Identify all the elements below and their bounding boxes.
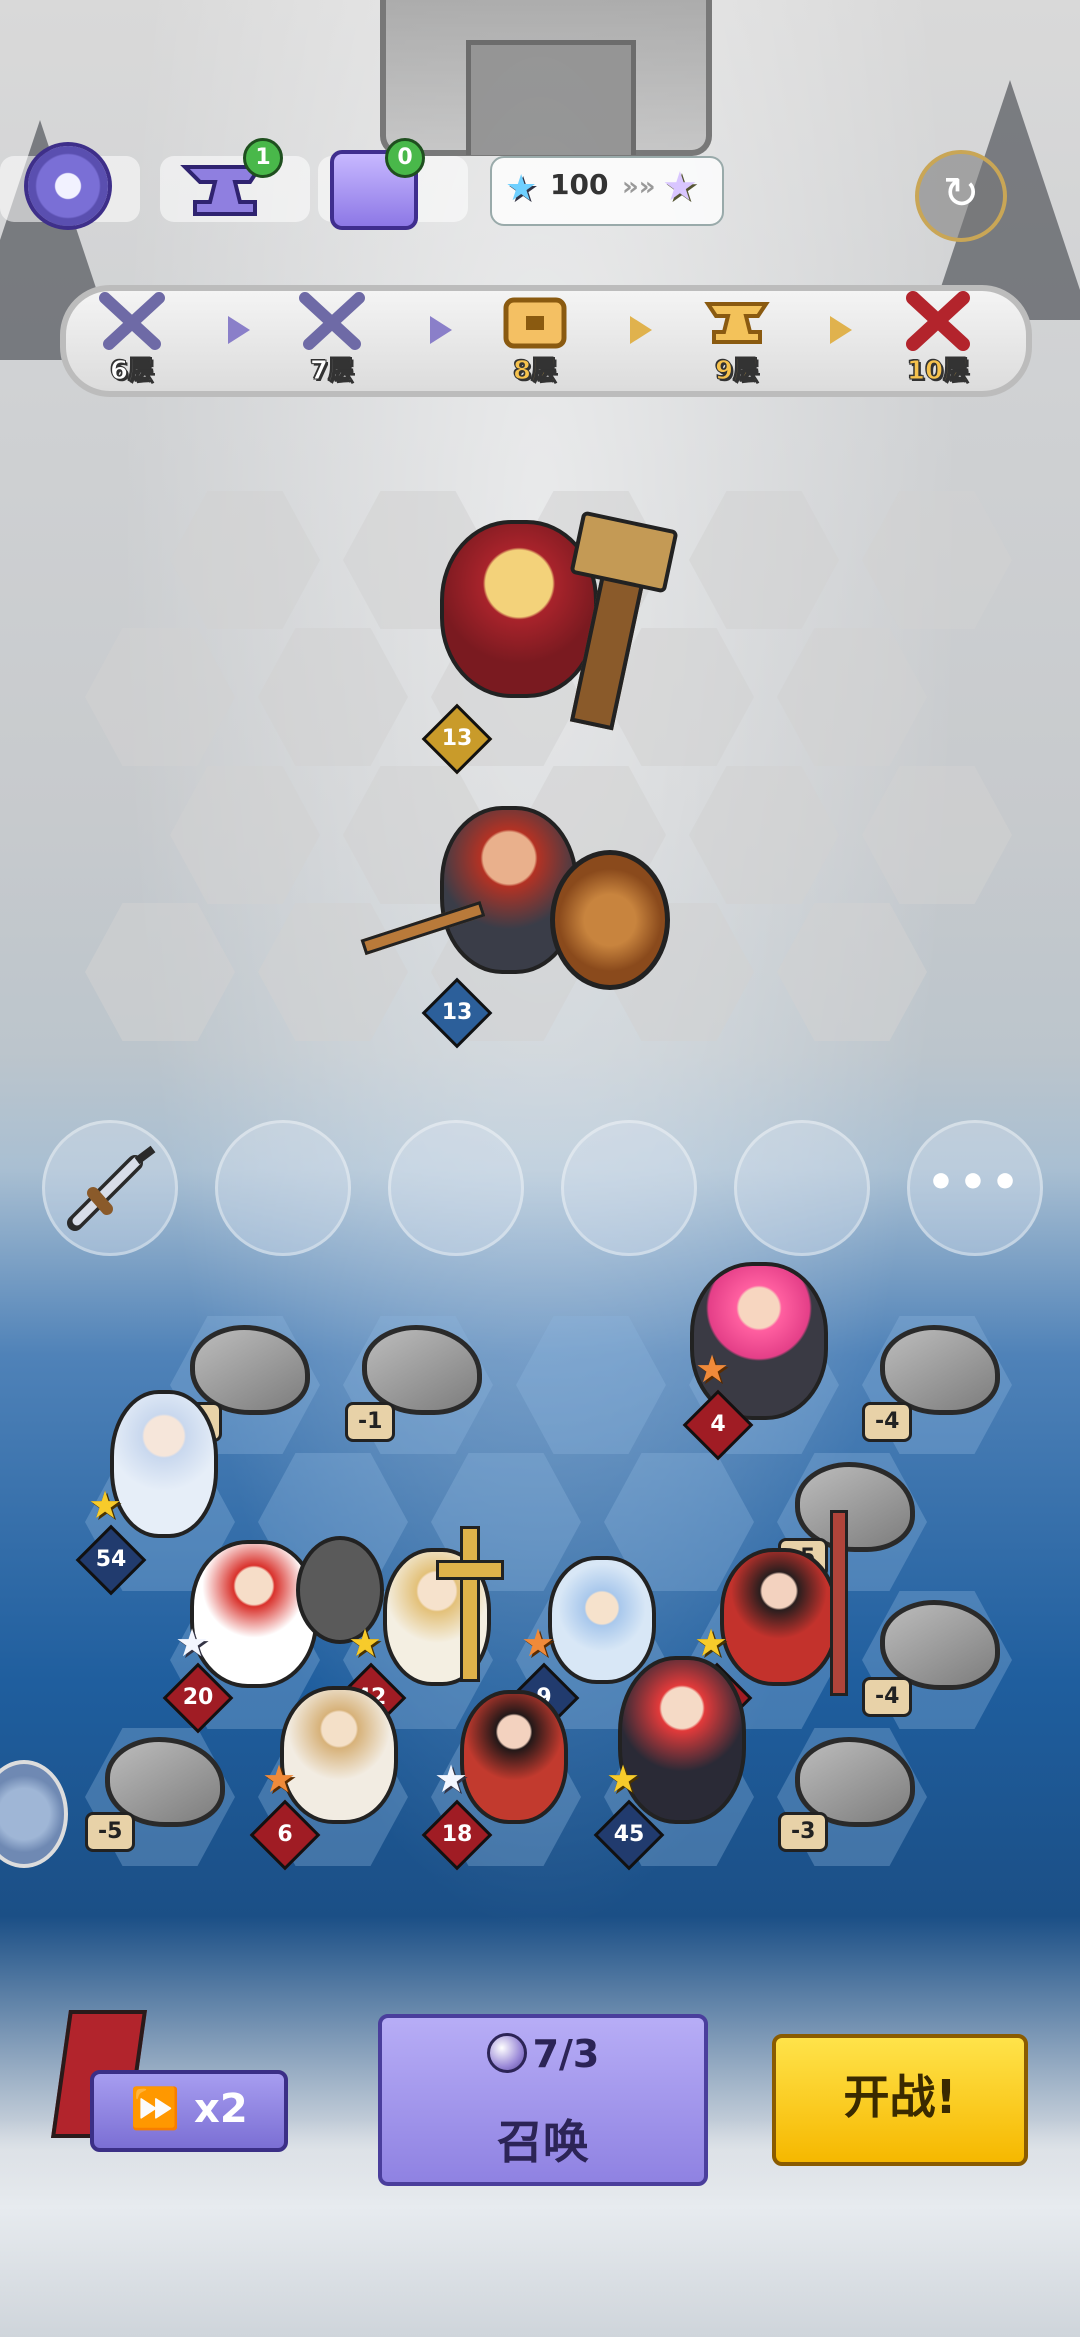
ornate-spear [830,1510,848,1696]
dwarf-shield-warrior[interactable] [360,800,670,990]
progress-arrow-icon [830,316,852,344]
hero-fire-spear[interactable] [460,1690,568,1824]
stage-label: 7层 [309,356,355,387]
chest-count-badge: 0 [385,138,425,178]
crossed-swords-icon [99,292,165,350]
enemy-hex[interactable] [85,628,235,766]
crossed-swords-icon [299,292,365,350]
summon-cost: 7/3 [382,2032,704,2076]
hero-star-icon: ★ [434,1757,469,1801]
equipment-slot-4[interactable] [561,1120,697,1256]
holy-cross-staff [460,1526,480,1682]
round-shield [550,850,670,990]
equipment-slot-5[interactable] [734,1120,870,1256]
enemy-hex[interactable] [170,766,320,904]
battle-scene: 1 0 ★ 100 »» ★ ↻ 6层 7层 8层 9层 10层 13 13 •… [0,0,1080,2337]
enemy-hex[interactable] [170,491,320,629]
hero-star-icon: ★ [88,1483,123,1527]
treasure-chest-icon [503,297,567,349]
enemy-hex[interactable] [862,766,1012,904]
anvil-icon [704,302,770,344]
stage-label: 9层 [714,356,760,387]
equipment-slot-3[interactable] [388,1120,524,1256]
hero-straw-hat-monk[interactable] [280,1686,398,1824]
stage-6: 6层 [72,290,192,387]
hero-chef[interactable] [190,1540,318,1688]
stone-gate [380,0,712,156]
enemy-hex[interactable] [258,628,408,766]
hero-star-icon: ★ [521,1621,556,1665]
summon-button[interactable]: 7/3 召唤 [378,2014,708,2186]
anvil-count-badge: 1 [243,138,283,178]
hero-star-icon: ★ [695,1347,730,1391]
rock-value: -1 [345,1402,396,1442]
stage-8-current: 8层 [475,290,595,387]
progress-arrow-icon [430,316,452,344]
viking-hammer-boss[interactable] [400,500,690,731]
stage-9: 9层 [677,290,797,387]
stage-10-boss: 10层 [878,290,998,387]
progress-arrow-icon [630,316,652,344]
hero-star-icon: ★ [606,1757,641,1801]
hero-mushroom-mage[interactable] [548,1556,656,1684]
cross-bar [436,1560,504,1580]
summon-orb-icon [486,2033,527,2073]
rock-value: -3 [778,1812,829,1852]
hero-star-icon: ★ [262,1757,297,1801]
enemy-hex[interactable] [862,491,1012,629]
more-slots-button[interactable]: ••• [907,1120,1043,1256]
refresh-button[interactable]: ↻ [915,150,1007,242]
hero-spear-maiden[interactable] [720,1548,838,1686]
enemy-hex[interactable] [777,903,927,1041]
hero-star-icon: ★ [175,1621,210,1665]
summon-cost-value: 7/3 [532,2032,600,2076]
player-hex[interactable] [516,1316,666,1454]
gate-opening [466,40,636,155]
rock-value: -5 [85,1812,136,1852]
stage-label: 6层 [109,356,155,387]
stage-label: 10层 [906,356,970,387]
enemy-hex[interactable] [689,491,839,629]
progress-arrow-icon [228,316,250,344]
rock-value: -4 [862,1677,913,1717]
sword-icon [67,1145,156,1231]
stage-7: 7层 [272,290,392,387]
chevrons-icon: »» [622,172,656,202]
hero-white-mage[interactable] [110,1390,218,1538]
hero-star-icon: ★ [694,1621,729,1665]
speed-label: x2 [194,2086,248,2132]
equipment-slot-2[interactable] [215,1120,351,1256]
summon-label: 召唤 [497,2115,589,2169]
equipment-slot-1[interactable] [42,1120,178,1256]
speed-x2-button[interactable]: ⏩ x2 [90,2070,288,2152]
start-battle-button[interactable]: 开战! [772,2034,1028,2166]
rock-value: -4 [862,1402,913,1442]
boss-axes-icon [906,291,970,351]
star-value: 100 [550,168,609,201]
enemy-hex[interactable] [777,628,927,766]
settings-gear-icon[interactable] [28,146,108,226]
enemy-hex[interactable] [689,766,839,904]
enemy-hex[interactable] [85,903,235,1041]
hero-star-icon: ★ [348,1621,383,1665]
rainbow-star-icon: ★ [662,164,698,210]
side-avatar-icon[interactable] [0,1760,68,1868]
blue-star-icon: ★ [505,168,538,209]
fast-forward-icon: ⏩ [130,2086,181,2132]
stage-label: 8层 [512,356,558,387]
